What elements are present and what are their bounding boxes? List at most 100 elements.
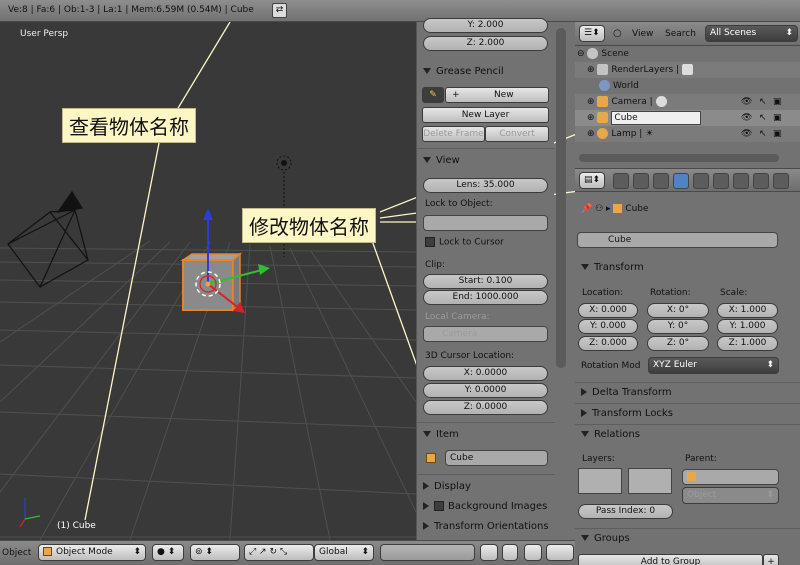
display-mode-select[interactable]: All Scenes ⬍ — [705, 25, 798, 42]
snap-icon[interactable] — [524, 544, 542, 561]
texture-tab-icon[interactable] — [773, 173, 789, 189]
location-z-field[interactable]: Z: 2.000 — [423, 36, 548, 51]
toolshelf-scrollbar[interactable] — [556, 28, 566, 368]
lock-layers-icon[interactable] — [480, 544, 498, 561]
new-grease-pencil-button[interactable]: + New — [445, 87, 549, 103]
item-panel-header[interactable]: Item — [423, 429, 459, 440]
orientation-select[interactable]: Global ⬍ — [314, 544, 374, 561]
cursor-icon[interactable]: ↖ — [759, 126, 767, 142]
transform-orientations-panel-header[interactable]: Transform Orientations — [423, 521, 549, 532]
scene-tab-icon[interactable] — [653, 173, 669, 189]
outliner-row-scene[interactable]: ⊖ Scene — [575, 46, 800, 62]
location-y-field[interactable]: Y: 0.000 — [578, 319, 638, 334]
outliner-view-menu[interactable]: View — [632, 29, 653, 39]
manipulator-buttons[interactable]: ⤢ ↗ ↻ ⤡ — [244, 544, 314, 561]
render-layers-tab-icon[interactable] — [633, 173, 649, 189]
outliner-row-cube[interactable]: ⊕ Cube 👁 ↖ ▣ — [575, 110, 800, 126]
transform-panel-header[interactable]: Transform — [581, 262, 644, 273]
location-x-field[interactable]: X: 0.000 — [578, 303, 638, 318]
cursor-z-field[interactable]: Z: 0.0000 — [423, 400, 548, 415]
data-tab-icon[interactable] — [733, 173, 749, 189]
active-object-label: (1) Cube — [57, 521, 96, 531]
outliner-rename-field[interactable]: Cube — [611, 111, 702, 125]
properties-editor: 📌 ⚇ ▸ Cube Cube Transform Location: Rota… — [575, 192, 800, 565]
scale-z-field[interactable]: Z: 1.000 — [717, 336, 778, 351]
background-images-panel-header[interactable]: Background Images — [423, 501, 547, 512]
render-restrict-icon[interactable]: ▣ — [773, 94, 782, 110]
constraints-tab-icon[interactable] — [693, 173, 709, 189]
layers-grid-left[interactable] — [578, 468, 622, 494]
eye-icon[interactable]: 👁 — [741, 110, 752, 126]
snap-element-select[interactable] — [546, 544, 574, 561]
object-name-field[interactable]: Cube — [577, 232, 778, 248]
lamp-data-icon: ☀ — [645, 129, 654, 139]
outliner-label: RenderLayers — [611, 65, 674, 75]
3d-viewport[interactable]: User Persp (1) Cube — [0, 22, 416, 540]
clip-end-field[interactable]: End: 1000.000 — [423, 290, 548, 305]
local-camera-field[interactable]: Camera — [423, 326, 548, 342]
parent-field[interactable] — [682, 469, 779, 485]
lock-object-field[interactable] — [423, 215, 548, 231]
eye-icon[interactable]: 👁 — [741, 126, 752, 142]
view-panel-header[interactable]: View — [423, 155, 460, 166]
outliner-row-world[interactable]: World — [575, 78, 800, 94]
groups-panel-header[interactable]: Groups — [581, 533, 630, 544]
display-panel-header[interactable]: Display — [423, 481, 471, 492]
editor-type-select[interactable]: ▤⬍ — [579, 172, 605, 189]
plus-icon[interactable]: + — [763, 554, 779, 565]
properties-n-panel: Y: 2.000 Z: 2.000 Grease Pencil ✎ + New N… — [416, 18, 555, 540]
transform-locks-panel-header[interactable]: Transform Locks — [581, 408, 673, 419]
shading-select[interactable]: ● ⬍ — [152, 544, 184, 561]
outliner-row-camera[interactable]: ⊕ Camera | 👁 ↖ ▣ — [575, 94, 800, 110]
pivot-select[interactable]: ⊚ ⬍ — [190, 544, 240, 561]
clip-start-field[interactable]: Start: 0.100 — [423, 274, 548, 289]
mode-select[interactable]: Object Mode ⬍ — [38, 544, 146, 561]
material-tab-icon[interactable] — [753, 173, 769, 189]
layers-grid-right[interactable] — [628, 468, 672, 494]
lens-field[interactable]: Lens: 35.000 — [423, 178, 548, 193]
cursor-y-field[interactable]: Y: 0.0000 — [423, 383, 548, 398]
render-restrict-icon[interactable]: ▣ — [773, 110, 782, 126]
render-restrict-icon[interactable]: ▣ — [773, 126, 782, 142]
add-to-group-button[interactable]: Add to Group — [578, 554, 763, 565]
delete-frame-button[interactable]: Delete Frame — [422, 126, 485, 142]
item-name-field[interactable]: Cube — [445, 450, 548, 466]
eye-icon[interactable]: 👁 — [741, 94, 752, 110]
editor-type-select[interactable]: ☰⬍ — [579, 25, 605, 42]
rotation-z-field[interactable]: Z: 0° — [647, 336, 709, 351]
outliner-scrollbar[interactable] — [579, 154, 779, 162]
grease-pencil-panel-header[interactable]: Grease Pencil — [423, 66, 504, 77]
collapse-icon[interactable]: ○ — [613, 28, 622, 39]
outliner-search-menu[interactable]: Search — [665, 29, 696, 39]
cursor-x-field[interactable]: X: 0.0000 — [423, 366, 548, 381]
swap-editor-button[interactable]: ⇄ — [272, 3, 287, 18]
checkbox-icon[interactable] — [434, 501, 444, 511]
object-menu[interactable]: Object — [2, 548, 31, 558]
location-z-field[interactable]: Z: 0.000 — [578, 336, 638, 351]
pencil-icon[interactable]: ✎ — [422, 87, 444, 103]
new-layer-button[interactable]: New Layer — [422, 107, 549, 123]
rotation-x-field[interactable]: X: 0° — [647, 303, 709, 318]
relations-panel-header[interactable]: Relations — [581, 429, 640, 440]
cursor-icon[interactable]: ↖ — [759, 94, 767, 110]
outliner-row-lamp[interactable]: ⊕ Lamp | ☀ 👁 ↖ ▣ — [575, 126, 800, 142]
rotation-mode-select[interactable]: XYZ Euler ⬍ — [648, 357, 779, 374]
outliner-row-renderlayers[interactable]: ⊕ RenderLayers | — [575, 62, 800, 78]
pin-icon[interactable]: 📌 — [581, 204, 592, 214]
lock-to-cursor-checkbox[interactable]: Lock to Cursor — [425, 237, 504, 248]
pass-index-field[interactable]: Pass Index: 0 — [578, 504, 673, 519]
render-icon[interactable] — [502, 544, 518, 561]
modifiers-tab-icon[interactable] — [713, 173, 729, 189]
scale-x-field[interactable]: X: 1.000 — [717, 303, 778, 318]
location-y-field[interactable]: Y: 2.000 — [423, 18, 548, 33]
parent-type-select[interactable]: Object ⬍ — [682, 487, 779, 504]
render-tab-icon[interactable] — [613, 173, 629, 189]
convert-button[interactable]: Convert — [485, 126, 549, 142]
delta-transform-panel-header[interactable]: Delta Transform — [581, 387, 672, 398]
layer-buttons[interactable] — [380, 544, 475, 561]
rotation-y-field[interactable]: Y: 0° — [647, 319, 709, 334]
cursor-icon[interactable]: ↖ — [759, 110, 767, 126]
scale-y-field[interactable]: Y: 1.000 — [717, 319, 778, 334]
object-icon — [687, 472, 696, 481]
object-tab-icon[interactable] — [673, 173, 689, 189]
